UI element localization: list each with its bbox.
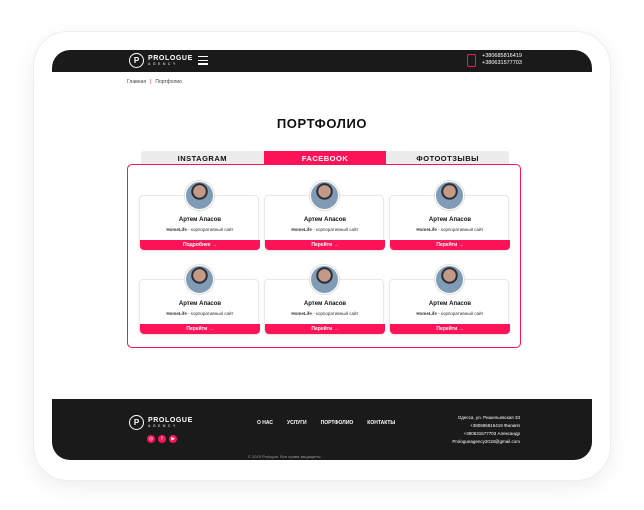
- card-description: - корпоративный сайт: [313, 227, 359, 232]
- card-description: - корпоративный сайт: [438, 311, 484, 316]
- card-project: HomeLife: [291, 227, 312, 232]
- footer-logo[interactable]: P PROLOGUE AGENCY: [129, 415, 193, 430]
- card-description: - корпоративный сайт: [313, 311, 359, 316]
- footer-phone[interactable]: +380685816419 Филипп: [452, 422, 520, 430]
- avatar: [185, 265, 214, 294]
- card-project: HomeLife: [166, 311, 187, 316]
- copyright: © 2019 Prologue. Все права защищены: [248, 454, 321, 459]
- card-description: - корпоративный сайт: [188, 311, 234, 316]
- card-name: Артем Апасов: [428, 217, 472, 223]
- page-title: ПОРТФОЛИО: [276, 116, 368, 131]
- hamburger-menu-icon[interactable]: [198, 56, 208, 65]
- avatar: [310, 181, 339, 210]
- avatar: [435, 265, 464, 294]
- logo-subtitle: AGENCY: [148, 61, 178, 66]
- card-open-button[interactable]: Перейти →: [390, 240, 510, 250]
- card-project: HomeLife: [291, 311, 312, 316]
- logo-name: PROLOGUE: [148, 54, 193, 62]
- portfolio-card: Артем Апасов HomeLife - корпоративный са…: [389, 181, 510, 251]
- card-open-button[interactable]: Перейти →: [140, 324, 260, 334]
- portfolio-card: Артем Апасов HomeLife - корпоративный са…: [264, 181, 385, 251]
- portfolio-card: Артем Апасов HomeLife - корпоративный са…: [139, 181, 260, 251]
- breadcrumb-current: Портфолио: [155, 79, 182, 85]
- card-open-button[interactable]: Перейти →: [390, 324, 510, 334]
- facebook-icon[interactable]: f: [158, 435, 166, 443]
- portfolio-card: Артем Апасов HomeLife - корпоративный са…: [264, 265, 385, 335]
- footer-contacts: Одесса, ул. Ришельевская 33 +38068581641…: [452, 414, 520, 446]
- card-project: HomeLife: [416, 227, 437, 232]
- phone-number[interactable]: +380631577703: [482, 60, 522, 67]
- phone-icon: [467, 54, 476, 67]
- footer-phone[interactable]: +380631577703 Александр: [452, 430, 520, 438]
- phone-number[interactable]: +380685816419: [482, 53, 522, 60]
- card-details-button[interactable]: Подробнее →: [140, 240, 260, 250]
- browser-screen: P PROLOGUE AGENCY +380685816419 +3806315…: [52, 50, 592, 460]
- card-description: - корпоративный сайт: [188, 227, 234, 232]
- card-open-button[interactable]: Перейти →: [265, 324, 385, 334]
- portfolio-card: Артем Апасов HomeLife - корпоративный са…: [139, 265, 260, 335]
- footer-nav-services[interactable]: УСЛУГИ: [287, 420, 307, 426]
- card-project: HomeLife: [416, 311, 437, 316]
- logo-mark: P: [129, 53, 144, 68]
- portfolio-card: Артем Апасов HomeLife - корпоративный са…: [389, 265, 510, 335]
- portfolio-panel: Артем Апасов HomeLife - корпоративный са…: [127, 164, 521, 348]
- footer-nav: О НАС УСЛУГИ ПОРТФОЛИО КОНТАКТЫ: [257, 420, 395, 426]
- card-name: Артем Апасов: [178, 217, 222, 223]
- footer-address: Одесса, ул. Ришельевская 33: [457, 415, 520, 420]
- footer-nav-contacts[interactable]: КОНТАКТЫ: [367, 420, 395, 426]
- logo-subtitle: AGENCY: [148, 423, 178, 428]
- site-header: P PROLOGUE AGENCY +380685816419 +3806315…: [52, 50, 592, 72]
- portfolio-tabs: INSTAGRAM FACEBOOK ФОТООТЗЫВЫ: [141, 151, 510, 165]
- logo-mark: P: [129, 415, 144, 430]
- site-footer: P PROLOGUE AGENCY ◎ f ▶ О НАС УСЛУГИ ПОР…: [52, 399, 592, 460]
- card-project: HomeLife: [166, 227, 187, 232]
- card-open-button[interactable]: Перейти →: [265, 240, 385, 250]
- footer-nav-portfolio[interactable]: ПОРТФОЛИО: [321, 420, 354, 426]
- avatar: [185, 181, 214, 210]
- breadcrumb: Главная | Портфолио: [127, 79, 182, 85]
- breadcrumb-home[interactable]: Главная: [127, 79, 146, 85]
- social-links: ◎ f ▶: [147, 435, 177, 443]
- breadcrumb-separator: |: [150, 79, 152, 85]
- logo-name: PROLOGUE: [148, 416, 193, 424]
- footer-email[interactable]: Prologueagency2018@gmail.com: [452, 438, 520, 446]
- tab-facebook[interactable]: FACEBOOK: [263, 151, 387, 165]
- youtube-icon[interactable]: ▶: [169, 435, 177, 443]
- card-description: - корпоративный сайт: [438, 227, 484, 232]
- tab-instagram[interactable]: INSTAGRAM: [141, 151, 264, 165]
- instagram-icon[interactable]: ◎: [147, 435, 155, 443]
- card-name: Артем Апасов: [428, 301, 472, 307]
- card-name: Артем Апасов: [178, 301, 222, 307]
- header-phones: +380685816419 +380631577703: [482, 53, 522, 67]
- avatar: [310, 265, 339, 294]
- card-name: Артем Апасов: [303, 301, 347, 307]
- site-logo[interactable]: P PROLOGUE AGENCY: [129, 53, 193, 68]
- tab-photo-reviews[interactable]: ФОТООТЗЫВЫ: [386, 151, 510, 165]
- avatar: [435, 181, 464, 210]
- footer-nav-about[interactable]: О НАС: [257, 420, 273, 426]
- card-name: Артем Апасов: [303, 217, 347, 223]
